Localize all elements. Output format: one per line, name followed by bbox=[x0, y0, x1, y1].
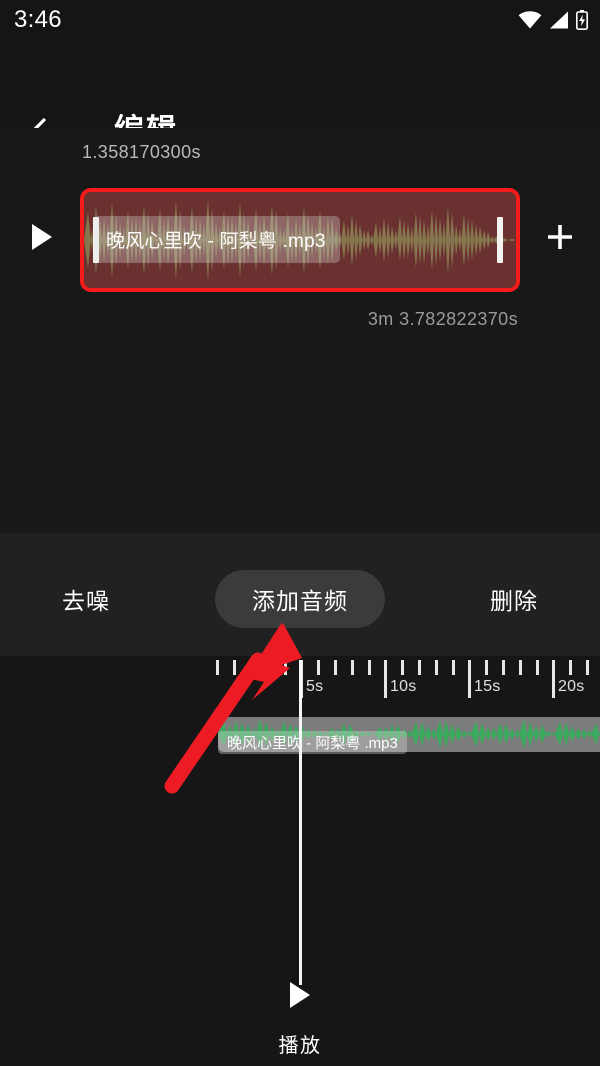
clip-start-time: 1.358170300s bbox=[82, 142, 201, 162]
ruler-label-20s: 20s bbox=[558, 678, 585, 695]
play-icon bbox=[29, 224, 55, 256]
status-bar-clock: 3:46 bbox=[14, 6, 62, 33]
clip-end-time: 3m 3.782822370s bbox=[367, 309, 518, 329]
timeline-playhead[interactable] bbox=[299, 660, 302, 985]
play-icon bbox=[287, 980, 313, 1015]
wifi-icon bbox=[518, 11, 542, 34]
clip-trim-handle-right[interactable] bbox=[497, 217, 503, 263]
ruler-label-5s: 5s bbox=[306, 678, 324, 695]
add-audio-button[interactable]: 添加音频 bbox=[215, 570, 385, 628]
timeline-track-label: 晚风心里吹 - 阿梨粤 .mp3 bbox=[218, 731, 407, 754]
denoise-button[interactable]: 去噪 bbox=[38, 570, 134, 628]
delete-button[interactable]: 删除 bbox=[466, 570, 562, 628]
play-label: 播放 bbox=[278, 1035, 322, 1057]
ruler-label-15s: 15s bbox=[474, 678, 501, 695]
timeline-panel[interactable]: 5s 10s 15s 20s 晚风心里吹 - 阿梨粤 .mp3 播放 bbox=[0, 656, 600, 1066]
status-bar-icons bbox=[518, 10, 588, 35]
ruler-major-tick bbox=[384, 660, 387, 698]
ruler-label-10s: 10s bbox=[390, 678, 417, 695]
plus-icon bbox=[545, 225, 575, 256]
audio-clip-selected[interactable]: 晚风心里吹 - 阿梨粤 .mp3 bbox=[80, 188, 520, 292]
ruler-major-tick bbox=[552, 660, 555, 698]
battery-charging-icon bbox=[576, 10, 588, 35]
cellular-signal-icon bbox=[549, 11, 569, 34]
play-control[interactable]: 播放 bbox=[0, 980, 600, 1058]
status-bar: 3:46 bbox=[0, 0, 600, 44]
ruler-major-tick bbox=[468, 660, 471, 698]
audio-editor-screen: 3:46 1.358170300s 3m 3.782822370s 晚风心里吹 … bbox=[0, 0, 600, 1066]
clip-filename-label: 晚风心里吹 - 阿梨粤 .mp3 bbox=[94, 216, 340, 263]
track-play-button[interactable] bbox=[29, 222, 55, 252]
add-track-button[interactable] bbox=[545, 222, 575, 252]
